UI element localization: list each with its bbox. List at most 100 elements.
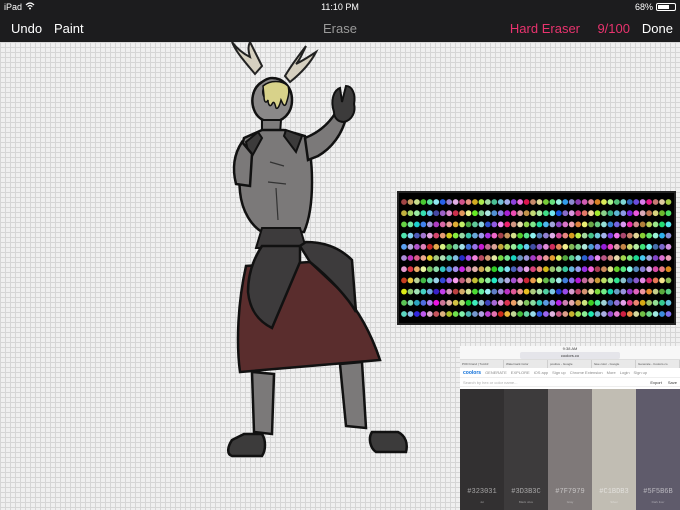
palette-dot	[510, 266, 517, 273]
palette-dot	[626, 311, 633, 317]
palette-dot	[568, 266, 575, 273]
palette-dot	[594, 277, 601, 284]
palette-dot	[530, 299, 536, 306]
swatch: #C1BDB3 Silver	[592, 389, 636, 510]
palette-dot	[601, 288, 607, 295]
palette-dot	[633, 232, 640, 239]
palette-dot	[530, 255, 536, 261]
palette-dot	[497, 266, 504, 273]
palette-dot	[588, 311, 594, 317]
palette-dot	[491, 266, 498, 273]
palette-dot	[594, 243, 601, 250]
palette-dot	[414, 232, 420, 239]
palette-dot	[478, 221, 485, 228]
brush-size-button[interactable]: 9/100	[597, 21, 630, 36]
palette-dot	[626, 232, 633, 239]
palette-dot	[607, 299, 614, 306]
palette-dot	[459, 199, 465, 205]
palette-dot	[665, 288, 672, 295]
swatch-name: Jet	[479, 500, 484, 504]
palette-dot	[543, 266, 549, 273]
palette-dot	[562, 199, 569, 205]
palette-dot	[504, 232, 511, 239]
palette-dot	[414, 277, 420, 284]
palette-dot	[555, 299, 562, 306]
palette-dot	[568, 210, 575, 217]
eraser-tool-button[interactable]: Hard Eraser	[510, 21, 580, 36]
undo-button[interactable]: Undo	[11, 21, 42, 36]
palette-dot	[465, 199, 472, 205]
palette-dot	[401, 199, 407, 205]
palette-dot	[601, 221, 607, 228]
palette-dot	[549, 266, 556, 273]
palette-dot	[484, 255, 491, 261]
done-button[interactable]: Done	[642, 21, 673, 36]
palette-dot	[601, 243, 607, 250]
palette-dot	[620, 255, 627, 261]
palette-dot	[504, 277, 511, 284]
palette-dot	[555, 210, 562, 217]
palette-dot	[626, 266, 633, 273]
palette-dot	[497, 255, 504, 261]
palette-dot	[426, 199, 433, 205]
palette-dot	[530, 277, 536, 284]
palette-dot	[407, 266, 414, 273]
palette-dot	[414, 199, 420, 205]
header-link: Chrome Extension	[569, 370, 603, 375]
palette-dot	[452, 255, 459, 261]
palette-dot	[588, 243, 594, 250]
palette-dot	[517, 221, 523, 228]
palette-dot	[484, 199, 491, 205]
palette-dot	[446, 277, 453, 284]
palette-dot	[472, 288, 478, 295]
palette-dot	[420, 266, 427, 273]
palette-dot	[517, 199, 523, 205]
palette-dot	[523, 288, 530, 295]
palette-dot	[536, 221, 543, 228]
palette-dot	[536, 243, 543, 250]
palette-dot	[536, 255, 543, 261]
palette-dot	[646, 311, 652, 317]
palette-dot	[426, 243, 433, 250]
palette-dot	[510, 299, 517, 306]
palette-dot	[626, 277, 633, 284]
palette-dot	[620, 266, 627, 273]
palette-dot	[543, 199, 549, 205]
palette-dot	[401, 210, 407, 217]
palette-dot	[414, 266, 420, 273]
palette-dot	[601, 311, 607, 317]
palette-dot	[420, 232, 427, 239]
palette-dot	[497, 221, 504, 228]
palette-dot	[407, 288, 414, 295]
palette-dot	[594, 311, 601, 317]
swatch: #3D3B3C Black olive	[504, 389, 548, 510]
paint-button[interactable]: Paint	[54, 21, 84, 36]
palette-dot	[433, 221, 440, 228]
palette-dot	[652, 311, 659, 317]
palette-dot	[620, 243, 627, 250]
palette-dot	[407, 199, 414, 205]
palette-dot	[414, 255, 420, 261]
palette-dot	[659, 221, 665, 228]
palette-dot	[620, 221, 627, 228]
palette-dot	[401, 288, 407, 295]
palette-dot	[465, 311, 472, 317]
palette-dot	[433, 266, 440, 273]
palette-dot	[446, 210, 453, 217]
palette-dot	[607, 255, 614, 261]
palette-dot	[530, 266, 536, 273]
palette-grid	[401, 199, 672, 317]
palette-dot	[426, 311, 433, 317]
palette-dot	[633, 221, 640, 228]
palette-dot	[646, 277, 652, 284]
palette-dot	[575, 266, 582, 273]
palette-dot	[401, 232, 407, 239]
palette-dot	[446, 288, 453, 295]
palette-dot	[581, 288, 588, 295]
palette-dot	[472, 243, 478, 250]
palette-dot	[401, 277, 407, 284]
palette-dot	[407, 210, 414, 217]
palette-dot	[639, 243, 646, 250]
palette-dot	[633, 243, 640, 250]
palette-dot	[517, 299, 523, 306]
